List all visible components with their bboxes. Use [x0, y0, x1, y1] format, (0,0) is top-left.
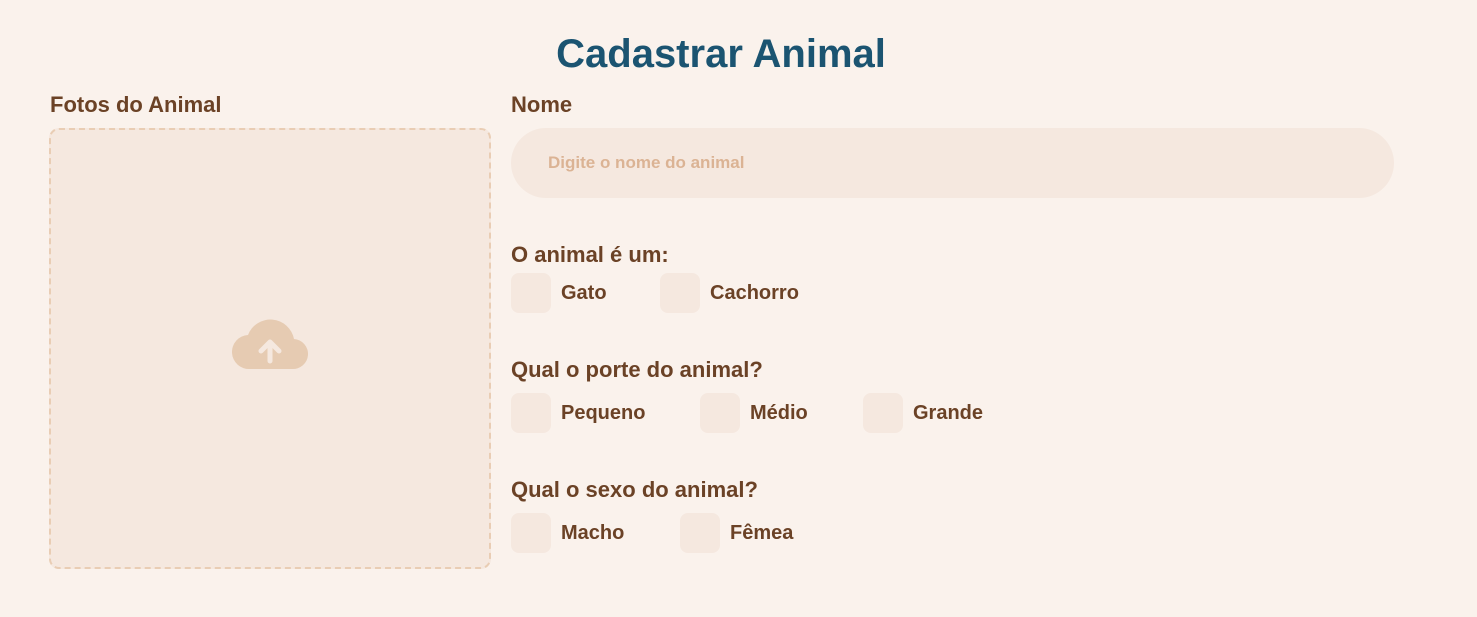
species-option-gato[interactable]: Gato — [511, 273, 607, 313]
checkbox[interactable] — [700, 393, 740, 433]
option-label: Grande — [913, 402, 984, 424]
species-option-cachorro[interactable]: Cachorro — [660, 273, 799, 313]
sex-option-femea[interactable]: Fêmea — [680, 513, 793, 553]
option-label: Gato — [561, 282, 607, 304]
option-label: Macho — [561, 522, 625, 544]
cloud-upload-icon — [232, 319, 308, 369]
name-label: Nome — [511, 92, 573, 117]
size-label: Qual o porte do animal? — [511, 357, 763, 382]
option-label: Cachorro — [710, 282, 799, 304]
option-label: Fêmea — [730, 522, 794, 544]
checkbox[interactable] — [680, 513, 720, 553]
sex-option-macho[interactable]: Macho — [511, 513, 624, 553]
size-option-medio[interactable]: Médio — [700, 393, 808, 433]
checkbox[interactable] — [511, 513, 551, 553]
size-option-grande[interactable]: Grande — [863, 393, 983, 433]
species-label: O animal é um: — [511, 242, 669, 267]
checkbox[interactable] — [660, 273, 700, 313]
option-label: Médio — [750, 402, 808, 424]
checkbox[interactable] — [863, 393, 903, 433]
sex-label: Qual o sexo do animal? — [511, 477, 758, 502]
size-option-pequeno[interactable]: Pequeno — [511, 393, 645, 433]
option-label: Pequeno — [561, 402, 646, 424]
page-title: Cadastrar Animal — [556, 32, 886, 76]
photo-upload-area[interactable] — [49, 128, 491, 569]
checkbox[interactable] — [511, 273, 551, 313]
name-input[interactable] — [511, 128, 1394, 198]
photos-label: Fotos do Animal — [50, 92, 222, 117]
checkbox[interactable] — [511, 393, 551, 433]
